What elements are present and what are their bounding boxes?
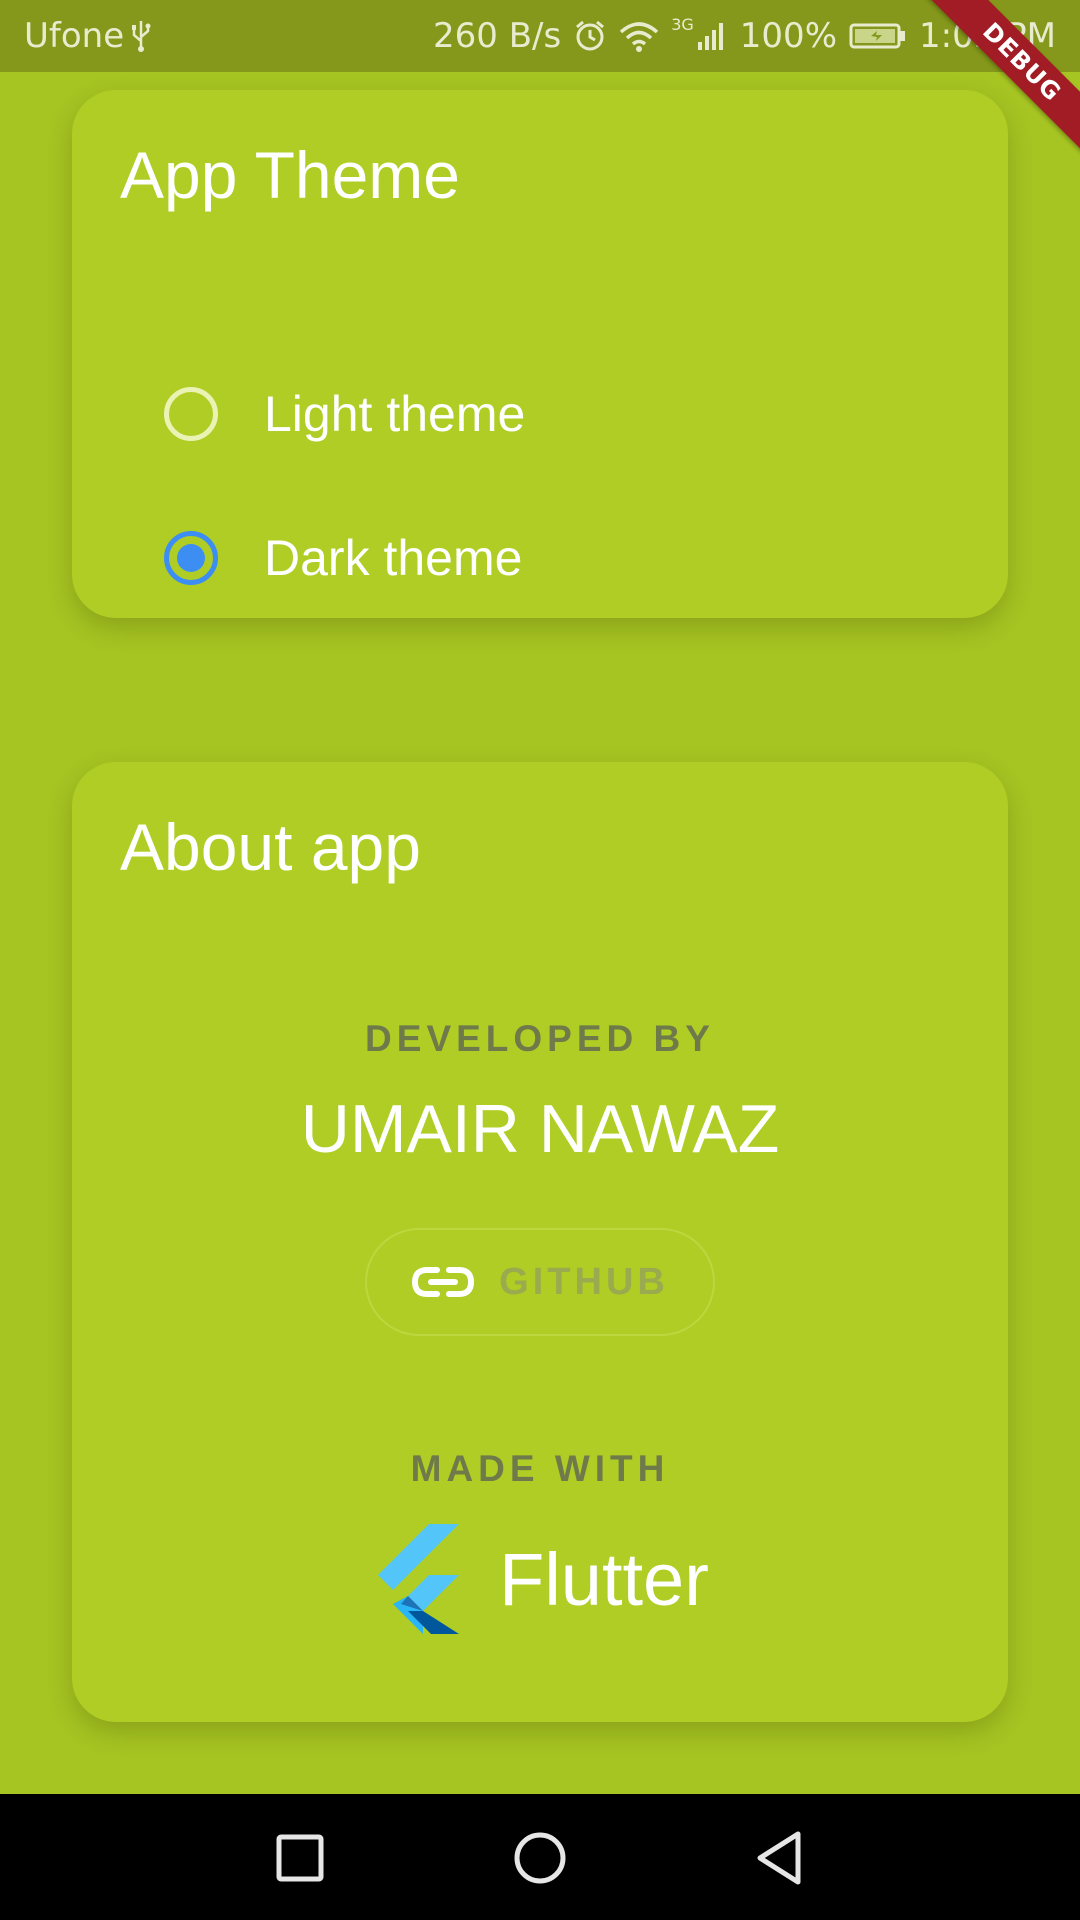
made-with-label: MADE WITH [410, 1448, 670, 1489]
status-bar: Ufone 260 B/s 3G 100% 1:05 PM [0, 0, 1080, 72]
status-left: Ufone [24, 16, 152, 56]
app-theme-card: App Theme Light theme Dark theme [72, 90, 1008, 618]
light-theme-label: Light theme [264, 386, 526, 442]
wifi-icon [619, 20, 659, 52]
recents-icon[interactable] [270, 1828, 330, 1888]
link-icon [411, 1264, 475, 1300]
light-theme-option[interactable]: Light theme [164, 374, 525, 454]
usb-icon [130, 19, 152, 53]
app-theme-title: App Theme [120, 138, 460, 212]
about-app-title: About app [120, 810, 421, 884]
dark-theme-radio[interactable] [164, 531, 218, 585]
battery-charging-icon [849, 22, 907, 50]
back-icon[interactable] [750, 1828, 810, 1888]
signal-icon [696, 20, 728, 52]
about-app-card: About app DEVELOPED BY UMAIR NAWAZ GITHU… [72, 762, 1008, 1722]
developer-name: UMAIR NAWAZ [300, 1091, 780, 1167]
status-right: 260 B/s 3G 100% 1:05 PM [433, 14, 1056, 57]
home-icon[interactable] [510, 1828, 570, 1888]
light-theme-radio[interactable] [164, 387, 218, 441]
flutter-credit: Flutter [72, 1524, 1008, 1634]
dark-theme-label: Dark theme [264, 530, 523, 586]
flutter-logo-icon [371, 1524, 460, 1634]
system-navigation-bar [0, 1794, 1080, 1920]
github-button[interactable]: GITHUB [365, 1228, 715, 1336]
net-speed: 260 B/s [433, 16, 562, 56]
github-button-label: GITHUB [499, 1260, 669, 1303]
developed-by-label: DEVELOPED BY [365, 1018, 715, 1059]
clock-time: 1:05 PM [919, 16, 1056, 56]
dark-theme-option[interactable]: Dark theme [164, 518, 522, 598]
carrier-name: Ufone [24, 16, 125, 56]
network-type: 3G [671, 14, 694, 34]
alarm-icon [573, 19, 607, 53]
battery-percent: 100% [739, 16, 837, 56]
flutter-label: Flutter [499, 1537, 709, 1621]
